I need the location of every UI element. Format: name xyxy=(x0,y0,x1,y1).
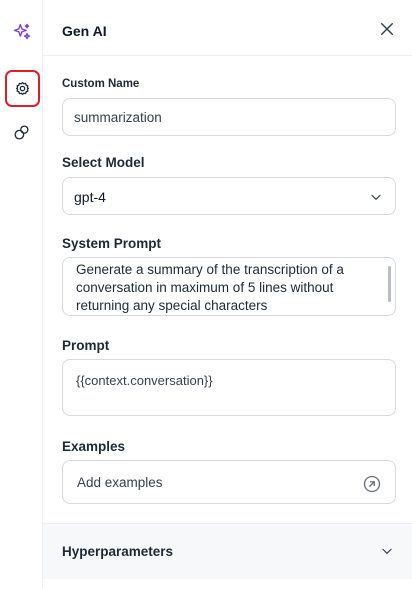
model-selected-value: gpt-4 xyxy=(74,189,106,205)
chevron-down-icon xyxy=(371,194,381,200)
select-model-label: Select Model xyxy=(62,155,145,170)
textarea-scrollbar[interactable] xyxy=(388,266,391,302)
model-select[interactable]: gpt-4 xyxy=(62,177,396,215)
settings-icon xyxy=(15,81,30,96)
system-prompt-line: returning any special characters xyxy=(76,298,268,313)
add-examples-field[interactable]: Add examples xyxy=(62,460,396,504)
settings-button[interactable] xyxy=(5,70,40,107)
sparkle-icon xyxy=(13,23,30,40)
prompt-label: Prompt xyxy=(62,338,110,353)
link-icon xyxy=(14,124,29,140)
prompt-textarea[interactable]: {{context.conversation}} xyxy=(62,359,396,416)
arrow-up-right-circle-icon[interactable] xyxy=(363,475,381,493)
panel-title: Gen AI xyxy=(62,23,107,39)
side-rail xyxy=(0,0,43,589)
genai-panel: Gen AI Custom Name summarization Select … xyxy=(43,0,412,589)
chevron-down-icon xyxy=(382,548,392,554)
system-prompt-line: conversation in maximum of 5 lines witho… xyxy=(76,280,334,295)
hyperparameters-label: Hyperparameters xyxy=(62,544,174,559)
custom-name-input[interactable]: summarization xyxy=(62,98,396,136)
connections-button[interactable] xyxy=(0,120,43,144)
system-prompt-textarea[interactable]: Generate a summary of the transcription … xyxy=(62,257,396,316)
custom-name-value: summarization xyxy=(74,110,162,125)
system-prompt-text: Generate a summary of the transcription … xyxy=(76,261,373,315)
examples-label: Examples xyxy=(62,439,126,454)
close-icon[interactable] xyxy=(378,20,396,38)
genai-sparkle-button[interactable] xyxy=(0,19,43,45)
custom-name-label: Custom Name xyxy=(62,78,140,90)
system-prompt-label: System Prompt xyxy=(62,236,162,251)
system-prompt-line: Generate a summary of the transcription … xyxy=(76,262,344,277)
add-examples-text: Add examples xyxy=(77,475,163,490)
hyperparameters-section[interactable]: Hyperparameters xyxy=(43,523,412,579)
prompt-value: {{context.conversation}} xyxy=(76,373,213,388)
panel-header: Gen AI xyxy=(43,0,412,56)
